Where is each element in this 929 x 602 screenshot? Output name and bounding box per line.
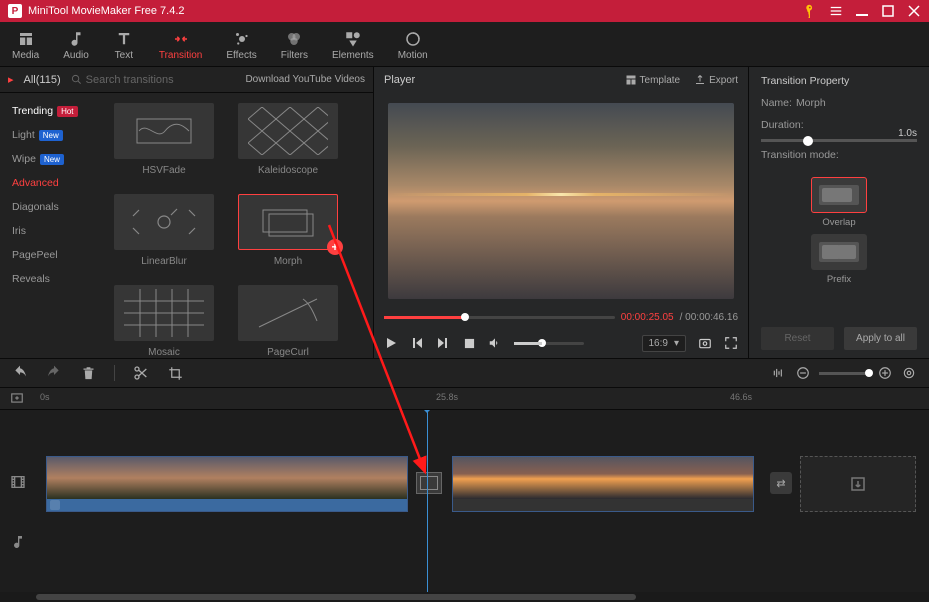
total-time: / 00:00:46.16 — [680, 312, 738, 323]
mode-overlap[interactable] — [811, 177, 867, 213]
close-icon[interactable] — [907, 4, 921, 18]
cat-reveals[interactable]: Reveals — [0, 267, 106, 291]
cat-trending[interactable]: TrendingHot — [0, 99, 106, 123]
prop-name-value: Morph — [796, 97, 826, 109]
thumb-kaleidoscope[interactable]: Kaleidoscope — [238, 103, 338, 176]
fullscreen-icon[interactable] — [724, 336, 738, 350]
zoom-in-icon[interactable] — [877, 365, 893, 381]
cat-light[interactable]: LightNew — [0, 123, 106, 147]
thumb-morph[interactable]: + Morph — [238, 194, 338, 267]
transitions-panel: ▸ All(115) Search transitions Download Y… — [0, 67, 374, 358]
export-button[interactable]: Export — [694, 74, 738, 86]
volume-icon[interactable] — [488, 336, 502, 350]
maximize-icon[interactable] — [881, 4, 895, 18]
tool-audio[interactable]: Audio — [51, 22, 101, 66]
search-input[interactable]: Search transitions — [71, 74, 221, 86]
download-youtube-link[interactable]: Download YouTube Videos — [230, 74, 365, 85]
crop-icon[interactable] — [167, 365, 183, 381]
tool-effects[interactable]: Effects — [214, 22, 268, 66]
duration-value: 1.0s — [761, 128, 917, 139]
duration-slider[interactable] — [761, 139, 917, 142]
tool-text[interactable]: Text — [101, 22, 147, 66]
key-icon[interactable] — [803, 4, 817, 18]
zoom-fit-icon[interactable] — [901, 365, 917, 381]
tool-transition[interactable]: Transition — [147, 22, 215, 66]
swap-icon[interactable]: ⇄ — [770, 472, 792, 494]
zoom-slider[interactable] — [819, 372, 869, 375]
playhead[interactable] — [427, 410, 428, 592]
category-all[interactable]: All(115) — [24, 72, 61, 88]
thumb-pagecurl[interactable]: PageCurl — [238, 285, 338, 358]
video-track-icon — [10, 474, 26, 490]
play-icon[interactable] — [384, 336, 398, 350]
redo-icon[interactable] — [46, 365, 62, 381]
thumb-mosaic[interactable]: Mosaic — [114, 285, 214, 358]
timeline-ruler[interactable]: 0s 25.8s 46.6s — [0, 388, 929, 410]
panel-title: Transition Property — [761, 75, 917, 87]
timeline-scrollbar[interactable] — [0, 592, 929, 602]
transition-property-panel: Transition Property Name:Morph Duration:… — [749, 67, 929, 358]
prev-icon[interactable] — [410, 336, 424, 350]
cat-pagepeel[interactable]: PagePeel — [0, 243, 106, 267]
split-icon[interactable] — [133, 365, 149, 381]
template-button[interactable]: Template — [625, 74, 681, 86]
next-icon[interactable] — [436, 336, 450, 350]
aspect-ratio-select[interactable]: 16:9▾ — [642, 335, 687, 352]
tool-filters[interactable]: Filters — [269, 22, 320, 66]
main-toolbar: Media Audio Text Transition Effects Filt… — [0, 22, 929, 67]
category-list: TrendingHot LightNew WipeNew Advanced Di… — [0, 93, 106, 358]
current-time: 00:00:25.05 — [621, 312, 674, 323]
thumb-linearblur[interactable]: LinearBlur — [114, 194, 214, 267]
snapshot-icon[interactable] — [698, 336, 712, 350]
player-panel: Player Template Export 00:00:25.05 / 00:… — [374, 67, 749, 358]
mode-prefix[interactable] — [811, 234, 867, 270]
tool-media[interactable]: Media — [0, 22, 51, 66]
stop-icon[interactable] — [462, 336, 476, 350]
clip-1[interactable] — [46, 456, 408, 512]
delete-icon[interactable] — [80, 365, 96, 381]
minimize-icon[interactable] — [855, 4, 869, 18]
clip-2[interactable] — [452, 456, 754, 512]
add-icon[interactable]: + — [327, 239, 343, 255]
app-logo: P — [8, 4, 22, 18]
video-preview — [388, 103, 734, 299]
tool-elements[interactable]: Elements — [320, 22, 386, 66]
titlebar: P MiniTool MovieMaker Free 7.4.2 — [0, 0, 929, 22]
tool-motion[interactable]: Motion — [386, 22, 440, 66]
audio-track-icon[interactable] — [771, 365, 787, 381]
timeline-toolbar — [0, 358, 929, 388]
player-title: Player — [384, 74, 415, 86]
thumb-hsvfade[interactable]: HSVFade — [114, 103, 214, 176]
audio-track-icon — [10, 534, 26, 550]
cat-diagonals[interactable]: Diagonals — [0, 195, 106, 219]
zoom-out-icon[interactable] — [795, 365, 811, 381]
cat-iris[interactable]: Iris — [0, 219, 106, 243]
timeline: 0s 25.8s 46.6s ⇄ — [0, 388, 929, 602]
reset-button[interactable]: Reset — [761, 327, 834, 350]
cat-wipe[interactable]: WipeNew — [0, 147, 106, 171]
transition-thumbs: HSVFade Kaleidoscope LinearBlur + Morph — [106, 93, 373, 358]
transition-marker[interactable] — [416, 472, 442, 494]
seek-bar[interactable] — [384, 316, 615, 319]
menu-icon[interactable] — [829, 4, 843, 18]
drop-zone[interactable] — [800, 456, 916, 512]
volume-slider[interactable] — [514, 342, 584, 345]
app-title: MiniTool MovieMaker Free 7.4.2 — [28, 5, 185, 17]
cat-advanced[interactable]: Advanced — [0, 171, 106, 195]
apply-all-button[interactable]: Apply to all — [844, 327, 917, 350]
undo-icon[interactable] — [12, 365, 28, 381]
